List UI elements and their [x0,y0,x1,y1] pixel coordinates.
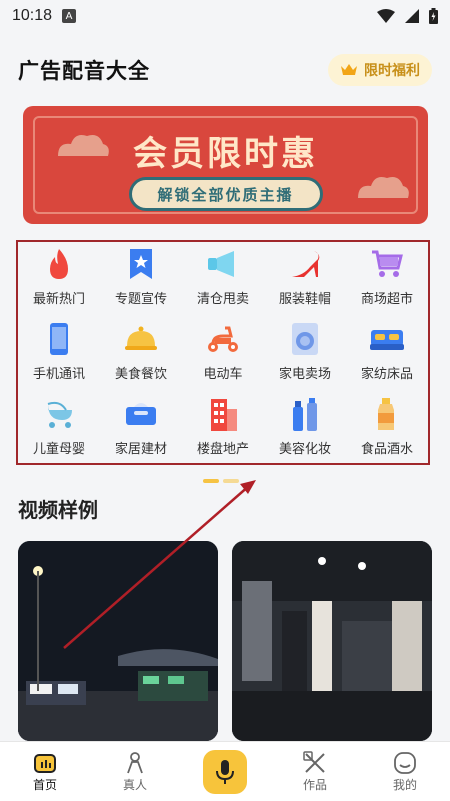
promo-banner[interactable]: 会员限时惠 解锁全部优质主播 [23,106,428,224]
tab-home-label: 首页 [32,778,57,792]
page-title: 广告配音大全 [18,59,150,83]
category-label: 美容化妆 [278,442,331,457]
record-button[interactable] [203,749,247,794]
header: 广告配音大全 限时福利 [18,52,432,88]
limited-offer-button[interactable]: 限时福利 [328,54,432,86]
category-label: 专题宣传 [114,292,167,307]
bed-icon [369,321,405,357]
category-label: 最新热门 [32,292,85,307]
tab-record[interactable] [180,742,270,801]
video-thumbnail[interactable] [232,541,432,741]
tab-home[interactable]: 首页 [0,742,90,801]
building-icon [205,396,241,432]
tab-works[interactable]: 作品 [270,742,360,801]
page-indicator [203,479,239,483]
tab-works-label: 作品 [302,778,327,792]
battery-icon [429,8,438,24]
category-label: 电动车 [203,367,243,382]
tab-profile-label: 我的 [392,778,417,792]
page-dot-active [203,479,219,483]
category-item[interactable]: 家居建材 [100,392,182,467]
phone-icon [41,321,77,357]
category-label: 楼盘地产 [196,442,249,457]
category-item[interactable]: 手机通讯 [18,317,100,392]
category-item[interactable]: 美食餐饮 [100,317,182,392]
shopping-cart-icon [369,246,405,282]
category-label: 美食餐饮 [114,367,167,382]
category-label: 家居建材 [114,442,167,457]
status-bar: 10:18 A [0,0,450,32]
category-item[interactable]: 儿童母婴 [18,392,100,467]
megaphone-icon [205,246,241,282]
category-label: 儿童母婴 [32,442,85,457]
stroller-icon [41,396,77,432]
category-item[interactable]: 食品酒水 [346,392,428,467]
signal-icon [405,9,419,23]
wifi-icon [377,9,395,23]
clothing-store-image [232,541,432,741]
category-item[interactable]: 电动车 [182,317,264,392]
category-grid: 最新热门 专题宣传 清仓甩卖 服装鞋帽 商场超市 手机通讯 美食餐饮 电动车 家… [18,242,428,467]
tab-real-person[interactable]: 真人 [90,742,180,801]
high-heel-icon [287,246,323,282]
category-label: 手机通讯 [32,367,85,382]
mic-icon [216,759,234,784]
scooter-icon [205,321,241,357]
category-label: 清仓甩卖 [196,292,249,307]
category-item[interactable]: 家电卖场 [264,317,346,392]
status-time: 10:18 [12,7,53,24]
banner-headline: 会员限时惠 [133,134,318,174]
banner-subtitle: 解锁全部优质主播 [128,177,323,211]
category-item[interactable]: 美容化妆 [264,392,346,467]
category-item[interactable]: 楼盘地产 [182,392,264,467]
page-dot [223,479,239,483]
home-icon [32,750,58,776]
crown-icon [341,64,357,75]
cosmetics-icon [287,396,323,432]
tissue-box-icon [123,396,159,432]
category-label: 食品酒水 [360,442,413,457]
category-label: 服装鞋帽 [278,292,331,307]
bottom-tab-bar: 首页 真人 作品 我的 [0,741,450,801]
category-label: 商场超市 [360,292,413,307]
night-market-image [18,541,218,741]
works-icon [302,750,328,776]
tab-profile[interactable]: 我的 [360,742,450,801]
category-item[interactable]: 清仓甩卖 [182,242,264,317]
flame-icon [41,246,77,282]
category-item[interactable]: 商场超市 [346,242,428,317]
washing-machine-icon [287,321,323,357]
video-thumbnail[interactable] [18,541,218,741]
person-icon [122,750,148,776]
tab-real-person-label: 真人 [122,778,147,792]
category-item[interactable]: 专题宣传 [100,242,182,317]
notification-a-icon: A [62,9,77,23]
category-item[interactable]: 服装鞋帽 [264,242,346,317]
limited-offer-label: 限时福利 [364,63,420,79]
bookmark-star-icon [123,246,159,282]
section-title: 视频样例 [18,498,98,522]
bottle-icon [369,396,405,432]
profile-icon [392,750,418,776]
category-label: 家电卖场 [278,367,331,382]
category-item[interactable]: 家纺床品 [346,317,428,392]
category-label: 家纺床品 [360,367,413,382]
category-item[interactable]: 最新热门 [18,242,100,317]
food-cloche-icon [123,321,159,357]
